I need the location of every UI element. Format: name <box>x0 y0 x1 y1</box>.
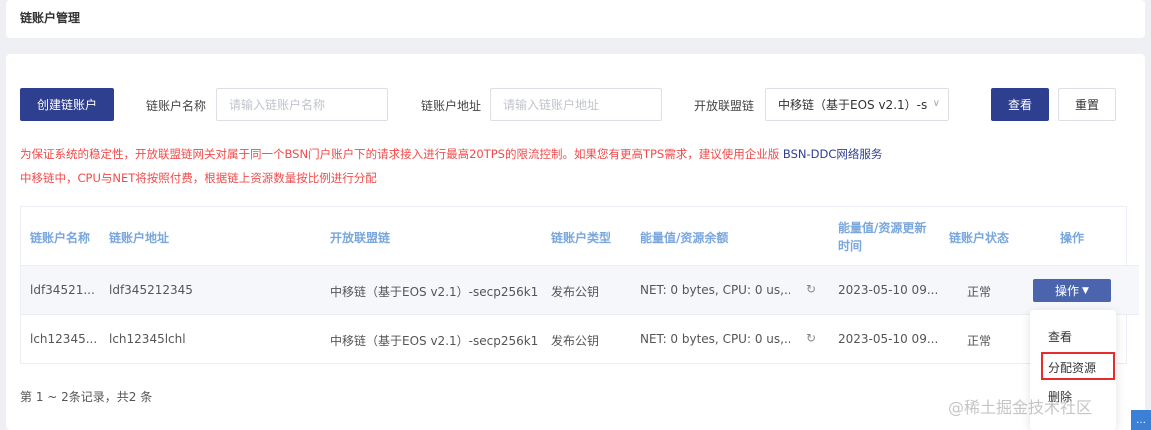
highlight-box <box>1041 352 1115 380</box>
cell-address: ldf345212345 <box>109 283 193 297</box>
notice-line-1: 为保证系统的稳定性，开放联盟链网关对属于同一个BSN门户账户下的请求接入进行最高… <box>20 146 882 162</box>
actions-button-label: 操作 <box>1055 284 1080 298</box>
th-updated-line-1: 能量值/资源更新 <box>838 221 927 235</box>
cell-status: 正常 <box>967 285 992 299</box>
notice-text: 为保证系统的稳定性，开放联盟链网关对属于同一个BSN门户账户下的请求接入进行最高… <box>20 147 783 161</box>
th-address: 链账户地址 <box>109 231 170 245</box>
address-input[interactable]: 请输入链账户地址 <box>490 88 662 121</box>
th-updated: 能量值/资源更新 时间 <box>838 219 926 255</box>
th-updated-line-2: 时间 <box>838 239 863 253</box>
reset-button[interactable]: 重置 <box>1058 88 1116 121</box>
name-input[interactable]: 请输入链账户名称 <box>216 88 388 121</box>
chain-select[interactable]: 中移链（基于EOS v2.1）-s ∨ <box>765 88 949 121</box>
address-filter-label: 链账户地址 <box>421 99 482 113</box>
chevron-down-icon: ∨ <box>932 98 940 109</box>
cell-status: 正常 <box>967 334 992 348</box>
cell-energy: NET: 0 bytes, CPU: 0 us,... <box>640 332 790 346</box>
chain-filter-label: 开放联盟链 <box>694 99 755 113</box>
cell-energy: NET: 0 bytes, CPU: 0 us,... <box>640 283 790 297</box>
menu-item-view[interactable]: 查看 <box>1030 328 1116 345</box>
search-button[interactable]: 查看 <box>991 88 1049 121</box>
cell-updated: 2023-05-10 09... <box>838 283 939 297</box>
table-row: ldf34521... ldf345212345 中移链（基于EOS v2.1）… <box>21 265 1139 314</box>
caret-down-icon: ▼ <box>1082 285 1089 296</box>
th-name: 链账户名称 <box>30 231 91 245</box>
chat-icon[interactable]: … <box>1131 410 1151 430</box>
th-chain: 开放联盟链 <box>330 231 391 245</box>
page-title: 链账户管理 <box>20 11 81 25</box>
actions-dropdown-button[interactable]: 操作 ▼ <box>1033 279 1111 302</box>
ddc-service-link[interactable]: BSN-DDC网络服务 <box>783 147 882 161</box>
chain-select-value: 中移链（基于EOS v2.1）-s <box>778 98 928 112</box>
refresh-icon[interactable]: ↻ <box>806 282 816 296</box>
cell-chain: 中移链（基于EOS v2.1）-secp256k1 <box>330 285 539 299</box>
cell-name: ldf34521... <box>30 283 95 297</box>
pagination-summary: 第 1 ~ 2条记录，共2 条 <box>20 390 153 404</box>
refresh-icon[interactable]: ↻ <box>806 331 816 345</box>
cell-chain: 中移链（基于EOS v2.1）-secp256k1 <box>330 334 539 348</box>
cell-type: 发布公钥 <box>551 334 600 348</box>
table-row: lch12345... lch12345lchl 中移链（基于EOS v2.1）… <box>21 314 1139 363</box>
th-status: 链账户状态 <box>949 231 1010 245</box>
watermark: @稀土掘金技术社区 <box>948 398 1093 417</box>
name-filter-label: 链账户名称 <box>146 99 207 113</box>
accounts-table: 链账户名称 链账户地址 开放联盟链 链账户类型 能量值/资源余额 能量值/资源更… <box>20 206 1139 364</box>
notice-line-2: 中移链中，CPU与NET将按照付费，根据链上资源数量按比例进行分配 <box>20 171 377 185</box>
cell-address: lch12345lchl <box>109 332 186 346</box>
cell-updated: 2023-05-10 09... <box>838 332 939 346</box>
cell-type: 发布公钥 <box>551 285 600 299</box>
th-energy: 能量值/资源余额 <box>640 231 729 245</box>
header-card: 链账户管理 <box>6 0 1145 38</box>
th-actions: 操作 <box>1060 231 1085 245</box>
th-type: 链账户类型 <box>551 231 612 245</box>
cell-name: lch12345... <box>30 332 98 346</box>
create-account-button[interactable]: 创建链账户 <box>20 88 114 121</box>
